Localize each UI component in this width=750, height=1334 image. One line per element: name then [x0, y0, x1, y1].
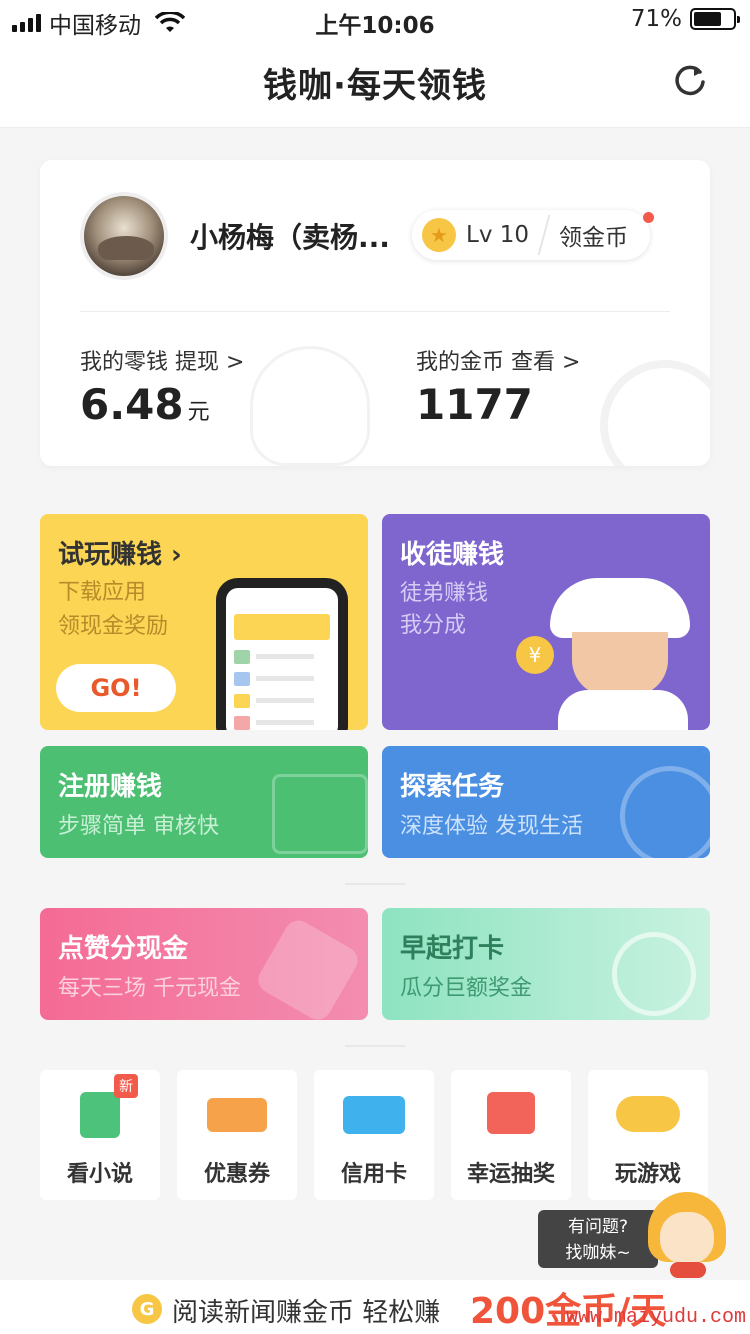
early-title: 早起打卡 — [400, 934, 505, 964]
help-line2: 找咖妹~ — [565, 1243, 631, 1263]
apprentice-subtitle: 徒弟赚钱 我分成 — [400, 581, 489, 638]
tool-label: 优惠券 — [203, 1162, 270, 1187]
card-divider — [80, 311, 670, 312]
mascot-hat-icon — [550, 578, 690, 638]
tool-novel[interactable]: 新 看小说 — [40, 1070, 160, 1200]
trial-earn-card[interactable]: 试玩赚钱 › 下载应用 领现金奖励 GO! — [40, 514, 368, 730]
collect-gold-button[interactable]: 领金币 — [559, 218, 628, 252]
alarm-clock-icon — [612, 932, 696, 1016]
register-subtitle: 步骤简单 审核快 — [58, 814, 219, 839]
apprentice-title: 收徒赚钱 — [400, 540, 505, 570]
status-bar: 中国移动 上午10:06 71% — [0, 0, 750, 40]
change-value: 6.48 — [80, 380, 184, 429]
coins-balance: 1177 — [416, 380, 533, 429]
star-icon: ★ — [422, 218, 456, 252]
register-title: 注册赚钱 — [58, 772, 163, 802]
credit-card-icon — [343, 1096, 405, 1134]
explore-task-card[interactable]: 探索任务 深度体验 发现生活 — [382, 746, 710, 858]
battery-icon — [690, 8, 740, 30]
tool-label: 玩游戏 — [614, 1162, 681, 1187]
like-cash-card[interactable]: 点赞分现金 每天三场 千元现金 — [40, 908, 368, 1020]
battery-percent: 71% — [630, 6, 682, 32]
battery-status: 71% — [630, 6, 740, 32]
level-pill[interactable]: ★ Lv 10 领金币 — [412, 210, 654, 260]
pill-divider — [537, 215, 551, 255]
watermark: www.maiyudu.com — [565, 1306, 746, 1329]
tool-credit-card[interactable]: 信用卡 — [314, 1070, 434, 1200]
mascot-body-icon — [558, 690, 688, 730]
money-bag-icon — [250, 346, 370, 466]
help-bubble[interactable]: 有问题? 找咖妹~ — [538, 1210, 658, 1268]
apprentice-earn-card[interactable]: 收徒赚钱 徒弟赚钱 我分成 ¥ — [382, 514, 710, 730]
early-checkin-card[interactable]: 早起打卡 瓜分巨额奖金 — [382, 908, 710, 1020]
like-title: 点赞分现金 — [58, 934, 189, 964]
coupon-icon — [207, 1098, 267, 1132]
banner-text: 阅读新闻赚金币 轻松赚 — [172, 1298, 441, 1328]
gift-icon — [487, 1092, 535, 1134]
mascot-face-icon — [572, 632, 668, 696]
id-card-icon — [272, 774, 368, 854]
help-line1: 有问题? — [567, 1217, 629, 1237]
explore-title: 探索任务 — [400, 772, 505, 802]
app-header: 钱咖·每天领钱 — [0, 40, 750, 128]
coins-view-link[interactable]: 我的金币 查看 > — [416, 344, 580, 376]
gamepad-icon — [616, 1096, 680, 1132]
coin-stack-icon — [600, 360, 710, 466]
gold-coin-icon: G — [132, 1294, 162, 1324]
phone-illustration — [216, 578, 348, 730]
change-withdraw-link[interactable]: 我的零钱 提现 > — [80, 344, 244, 376]
new-badge: 新 — [114, 1074, 138, 1098]
tool-lucky-draw[interactable]: 幸运抽奖 — [451, 1070, 571, 1200]
early-subtitle: 瓜分巨额奖金 — [400, 976, 533, 1001]
like-subtitle: 每天三场 千元现金 — [58, 976, 241, 1001]
tool-coupon[interactable]: 优惠券 — [177, 1070, 297, 1200]
account-card: 小杨梅（卖杨... ★ Lv 10 领金币 我的零钱 提现 > 6.48 元 我的… — [40, 160, 710, 466]
username: 小杨梅（卖杨... — [190, 221, 390, 254]
avatar[interactable] — [80, 192, 168, 280]
tool-games[interactable]: 玩游戏 — [588, 1070, 708, 1200]
change-unit: 元 — [187, 400, 210, 425]
support-mascot-icon[interactable] — [648, 1192, 726, 1278]
refresh-icon[interactable] — [670, 60, 710, 100]
notification-dot — [643, 212, 654, 223]
yen-coin-icon: ¥ — [516, 636, 554, 674]
section-divider — [345, 883, 405, 885]
tool-label: 幸运抽奖 — [466, 1162, 555, 1187]
register-earn-card[interactable]: 注册赚钱 步骤简单 审核快 — [40, 746, 368, 858]
tool-label: 信用卡 — [340, 1162, 407, 1187]
compass-icon — [620, 766, 710, 858]
page-title: 钱咖·每天领钱 — [263, 66, 487, 106]
book-icon — [80, 1092, 120, 1138]
change-balance: 6.48 元 — [80, 380, 210, 429]
tool-label: 看小说 — [66, 1162, 133, 1187]
section-divider — [345, 1045, 405, 1047]
level-label: Lv 10 — [466, 222, 530, 248]
trial-title: 试玩赚钱 › — [58, 540, 182, 570]
explore-subtitle: 深度体验 发现生活 — [400, 814, 583, 839]
go-button[interactable]: GO! — [56, 664, 176, 712]
trial-subtitle: 下载应用 领现金奖励 — [58, 580, 169, 639]
crown-icon — [253, 915, 363, 1020]
